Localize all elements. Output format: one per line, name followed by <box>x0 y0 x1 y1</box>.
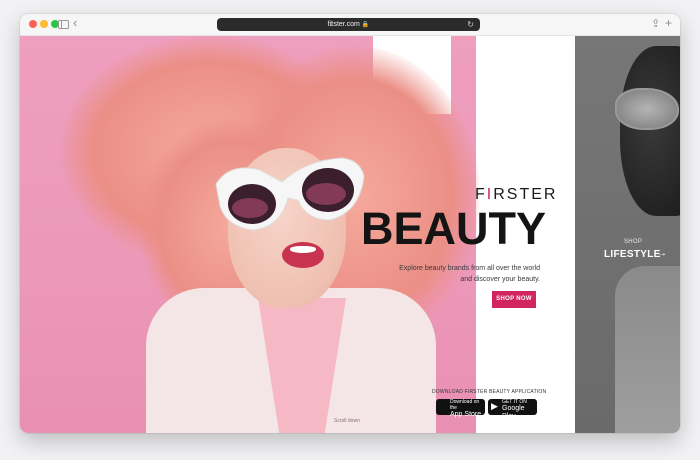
hero-subtitle-line: Explore beauty brands from all over the … <box>399 265 540 272</box>
brand-logo-letter: F <box>475 186 487 203</box>
page-content: FIRSTER BEAUTY Explore beauty brands fro… <box>20 36 680 433</box>
app-store-button[interactable]: Download on the App Store <box>436 399 485 418</box>
lifestyle-panel[interactable] <box>575 36 680 433</box>
minimize-window-button[interactable] <box>40 20 48 28</box>
play-icon: ▶ <box>491 401 498 411</box>
lifestyle-photo-sunglasses <box>615 88 679 130</box>
app-store-small-text: Download on the <box>450 399 480 411</box>
close-window-button[interactable] <box>29 20 37 28</box>
google-play-big-text: Google Play <box>502 405 525 420</box>
lock-icon: 🔒 <box>361 22 370 28</box>
hero-photo-mouth <box>282 242 324 268</box>
chevron-left-icon[interactable]: ‹ <box>73 16 77 30</box>
download-app-label: DOWNLOAD FIRSTER BEAUTY APPLICATION <box>432 389 547 395</box>
hero-subtitle-line: and discover your beauty. <box>460 276 540 283</box>
google-play-button[interactable]: ▶ GET IT ON Google Play <box>488 399 537 420</box>
tab-count: 1 <box>330 21 334 28</box>
hero-title: BEAUTY <box>361 203 547 254</box>
shop-now-button[interactable]: SHOP NOW <box>492 291 536 308</box>
browser-toolbar: ‹ 1 firster.com 🔒 ↻ ⇪ + <box>20 14 680 36</box>
plus-icon[interactable]: + <box>665 16 672 30</box>
shop-lifestyle-link[interactable]: LIFESTYLE <box>604 249 661 260</box>
brand-logo: FIRSTER <box>475 186 557 204</box>
lifestyle-photo-head <box>620 46 680 216</box>
brand-logo-letters: RSTER <box>493 186 558 203</box>
browser-window: ‹ 1 firster.com 🔒 ↻ ⇪ + FIRSTER BEAUTY Ex… <box>20 14 680 433</box>
share-icon[interactable]: ⇪ <box>651 17 660 31</box>
lifestyle-kicker: SHOP <box>624 239 643 245</box>
hero-photo-sunglasses <box>215 157 365 231</box>
arrow-right-icon[interactable]: → <box>657 248 667 259</box>
reload-icon[interactable]: ↻ <box>467 18 474 31</box>
lifestyle-photo-body <box>615 266 680 433</box>
address-bar[interactable]: 1 firster.com 🔒 ↻ <box>217 18 480 31</box>
hero-subtitle: Explore beauty brands from all over the … <box>392 263 540 285</box>
scroll-down-hint[interactable]: Scroll down <box>334 418 360 424</box>
sidebar-icon[interactable] <box>58 20 69 29</box>
app-store-big-text: App Store <box>450 411 482 418</box>
